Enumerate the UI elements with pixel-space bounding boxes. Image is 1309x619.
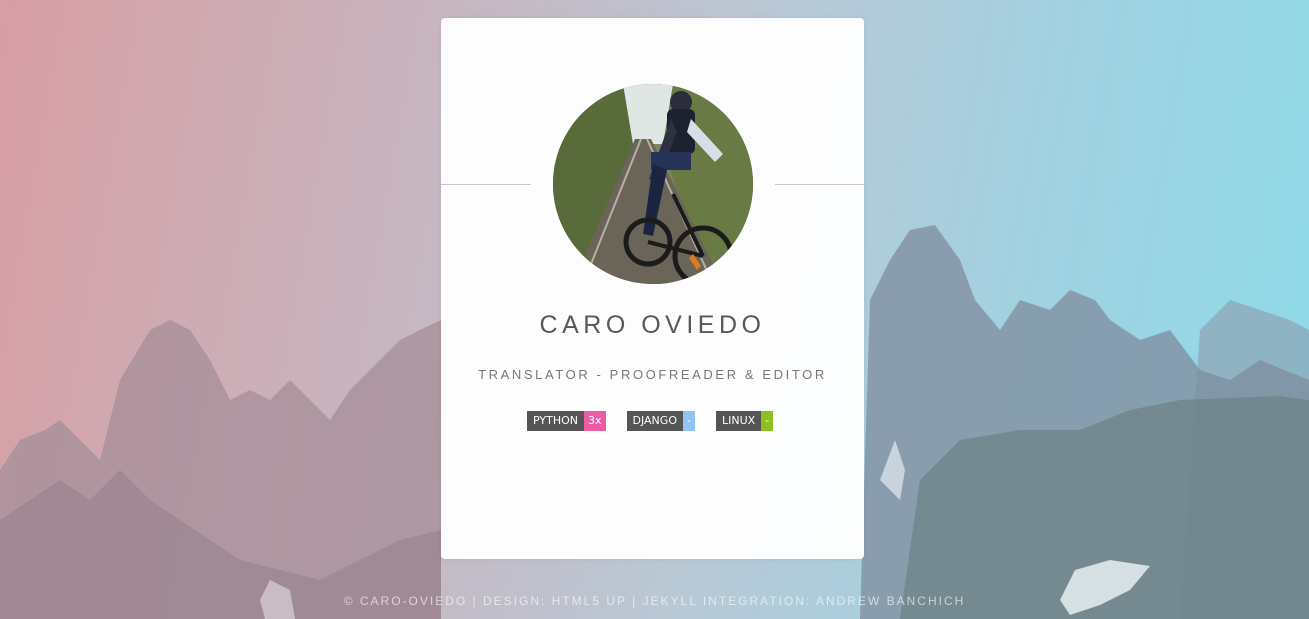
- badge-django-label: DJANGO: [626, 411, 683, 431]
- profile-name: CARO OVIEDO: [539, 311, 766, 339]
- skill-badges: PYTHON 3x DJANGO - LINUX -: [527, 411, 774, 431]
- profile-card: CARO OVIEDO TRANSLATOR - PROOFREADER & E…: [441, 18, 864, 559]
- profile-role: TRANSLATOR - PROOFREADER & EDITOR: [478, 367, 827, 382]
- badge-python-value: 3x: [584, 411, 606, 431]
- divider-right: [775, 184, 864, 185]
- badge-linux: LINUX -: [715, 411, 774, 431]
- profile-photo: [553, 84, 753, 284]
- badge-python: PYTHON 3x: [527, 411, 606, 431]
- badge-django-value: -: [682, 411, 695, 431]
- badge-linux-label: LINUX: [715, 411, 762, 431]
- badge-django: DJANGO -: [626, 411, 695, 431]
- divider-left: [441, 184, 531, 185]
- badge-python-label: PYTHON: [527, 411, 584, 431]
- page-footer: © CARO-OVIEDO | DESIGN: HTML5 UP | JEKYL…: [343, 594, 966, 608]
- badge-linux-value: -: [761, 411, 774, 431]
- avatar: [553, 84, 753, 284]
